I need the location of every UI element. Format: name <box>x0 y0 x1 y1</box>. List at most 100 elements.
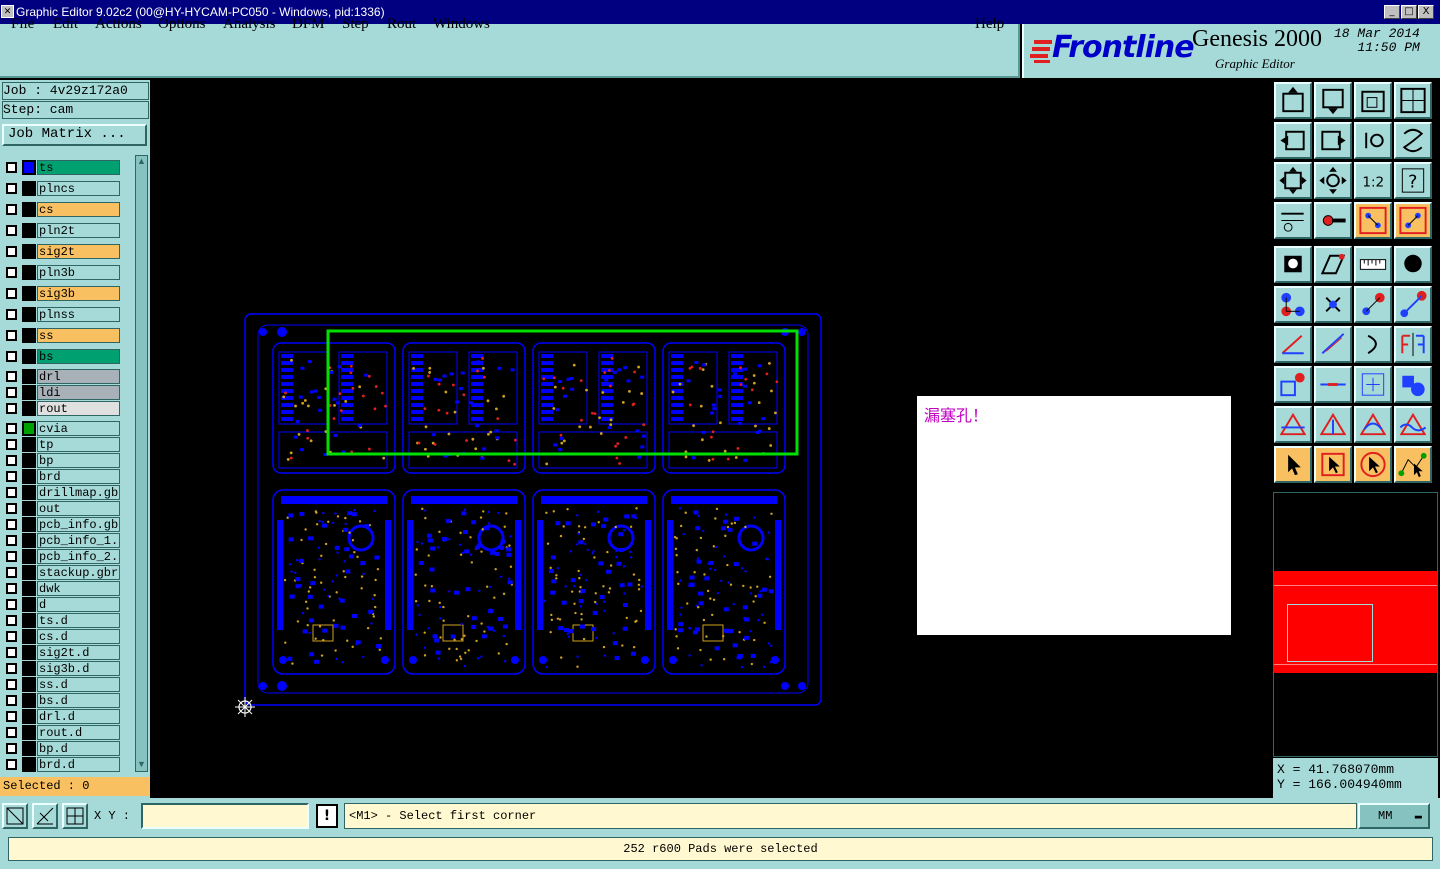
layer-checkbox[interactable] <box>6 599 17 610</box>
layer-checkbox[interactable] <box>6 309 17 320</box>
menu-actions[interactable]: Actions <box>95 16 142 33</box>
layer-name[interactable]: out <box>37 501 120 516</box>
arc-button[interactable] <box>1354 326 1392 363</box>
layer-name[interactable]: sig2t <box>37 244 120 259</box>
layer-name[interactable]: plnss <box>37 307 120 322</box>
job-matrix-button[interactable]: Job Matrix ... <box>2 124 147 146</box>
layer-checkbox[interactable] <box>6 267 17 278</box>
select-circle-button[interactable] <box>1354 446 1392 483</box>
layer-checkbox[interactable] <box>6 503 17 514</box>
layer-checkbox[interactable] <box>6 387 17 398</box>
layer-row-pln3b[interactable]: pln3b <box>2 265 120 280</box>
layer-name[interactable]: dwk <box>37 581 120 596</box>
layer-row-tp[interactable]: tp <box>2 437 120 452</box>
layer-row-pcb-info-2-gbr[interactable]: pcb_info_2.gbr <box>2 549 120 564</box>
layer-name[interactable]: ldi <box>37 385 120 400</box>
layer-checkbox[interactable] <box>6 351 17 362</box>
layer-name[interactable]: ts.d <box>37 613 120 628</box>
scale-one-two-button[interactable]: 1:2 <box>1354 162 1392 199</box>
layer-checkbox[interactable] <box>6 711 17 722</box>
layer-checkbox[interactable] <box>6 487 17 498</box>
layer-name[interactable]: drl.d <box>37 709 120 724</box>
layer-row-sig3b-d[interactable]: sig3b.d <box>2 661 120 676</box>
layer-name[interactable]: brd.d <box>37 757 120 772</box>
scroll-down-icon[interactable]: ▼ <box>136 759 147 771</box>
zoom-home-button[interactable] <box>1274 82 1312 119</box>
layer-row-pcb-info-1-gbr[interactable]: pcb_info_1.gbr <box>2 533 120 548</box>
layer-checkbox[interactable] <box>6 679 17 690</box>
dot-button[interactable] <box>1394 246 1432 283</box>
layer-checkbox[interactable] <box>6 439 17 450</box>
pointer-button[interactable] <box>1274 446 1312 483</box>
menu-step[interactable]: Step <box>342 16 369 33</box>
layer-name[interactable]: brd <box>37 469 120 484</box>
layer-checkbox[interactable] <box>6 330 17 341</box>
layer-checkbox[interactable] <box>6 455 17 466</box>
menu-help[interactable]: Help <box>975 16 1004 33</box>
layer-checkbox[interactable] <box>6 288 17 299</box>
snap-mode-button[interactable] <box>2 803 28 829</box>
triangle-button[interactable] <box>1274 406 1312 443</box>
route-button[interactable] <box>1394 446 1432 483</box>
zoom-profile-button[interactable] <box>1354 82 1392 119</box>
layer-row-bs-d[interactable]: bs.d <box>2 693 120 708</box>
cross-button[interactable] <box>1314 286 1352 323</box>
menu-rout[interactable]: Rout <box>387 16 416 33</box>
alert-button[interactable]: ! <box>316 804 338 828</box>
layer-checkbox[interactable] <box>6 519 17 530</box>
maximize-button[interactable]: □ <box>1401 5 1417 19</box>
layer-row-plncs[interactable]: plncs <box>2 181 120 196</box>
layer-checkbox[interactable] <box>6 663 17 674</box>
layers-show-button[interactable] <box>1354 202 1392 239</box>
layer-checkbox[interactable] <box>6 423 17 434</box>
layer-name[interactable]: stackup.gbr <box>37 565 120 580</box>
polygon-button[interactable] <box>1314 246 1352 283</box>
layer-checkbox[interactable] <box>6 647 17 658</box>
fit-button[interactable] <box>1354 366 1392 403</box>
layer-row-cs-d[interactable]: cs.d <box>2 629 120 644</box>
layer-row-ts-d[interactable]: ts.d <box>2 613 120 628</box>
multi-select-button[interactable] <box>1394 366 1432 403</box>
select-box-button[interactable] <box>1314 446 1352 483</box>
layer-checkbox[interactable] <box>6 225 17 236</box>
redraw-button[interactable] <box>1354 122 1392 159</box>
key-button[interactable] <box>1314 202 1352 239</box>
pan-center-button[interactable] <box>1314 162 1352 199</box>
layer-checkbox[interactable] <box>6 535 17 546</box>
menu-windows[interactable]: Windows <box>433 16 490 33</box>
wave-triangle-button[interactable] <box>1394 406 1432 443</box>
layers-feature-button[interactable] <box>1394 202 1432 239</box>
window-title-bar[interactable]: Graphic Editor 9.02c2 (00@HY-HYCAM-PC050… <box>0 0 1440 24</box>
measure-button[interactable] <box>1354 246 1392 283</box>
layer-row-bp[interactable]: bp <box>2 453 120 468</box>
layer-row-out[interactable]: out <box>2 501 120 516</box>
arrow-triangle-button[interactable] <box>1314 406 1352 443</box>
pan-right-button[interactable] <box>1314 122 1352 159</box>
layer-name[interactable]: sig3b <box>37 286 120 301</box>
pad-button[interactable] <box>1274 246 1312 283</box>
layer-name[interactable]: pcb_info_1.gbr <box>37 533 120 548</box>
layer-row-ss-d[interactable]: ss.d <box>2 677 120 692</box>
layer-row-bp-d[interactable]: bp.d <box>2 741 120 756</box>
menu-file[interactable]: File <box>11 16 34 33</box>
layer-name[interactable]: pln2t <box>37 223 120 238</box>
layer-checkbox[interactable] <box>6 551 17 562</box>
layer-name[interactable]: ts <box>37 160 120 175</box>
minimize-button[interactable]: _ <box>1384 5 1400 19</box>
zoom-window-button[interactable] <box>1394 82 1432 119</box>
layer-scrollbar[interactable]: ▲ ▼ <box>135 155 148 772</box>
layer-row-bs[interactable]: bs <box>2 349 120 364</box>
layer-row-drillmap-gbr[interactable]: drillmap.gbr <box>2 485 120 500</box>
snap-button[interactable] <box>1394 122 1432 159</box>
layer-name[interactable]: cs <box>37 202 120 217</box>
layer-name[interactable]: bp <box>37 453 120 468</box>
layer-row-d[interactable]: d <box>2 597 120 612</box>
units-selector[interactable]: MM ▬ <box>1358 803 1430 829</box>
layer-name[interactable]: pcb_info.gbr <box>37 517 120 532</box>
layer-row-sig3b[interactable]: sig3b <box>2 286 120 301</box>
layer-name[interactable]: cvia <box>37 421 120 436</box>
layer-name[interactable]: rout <box>37 401 120 416</box>
layer-row-rout[interactable]: rout <box>2 401 120 416</box>
layer-name[interactable]: bp.d <box>37 741 120 756</box>
layer-checkbox[interactable] <box>6 204 17 215</box>
